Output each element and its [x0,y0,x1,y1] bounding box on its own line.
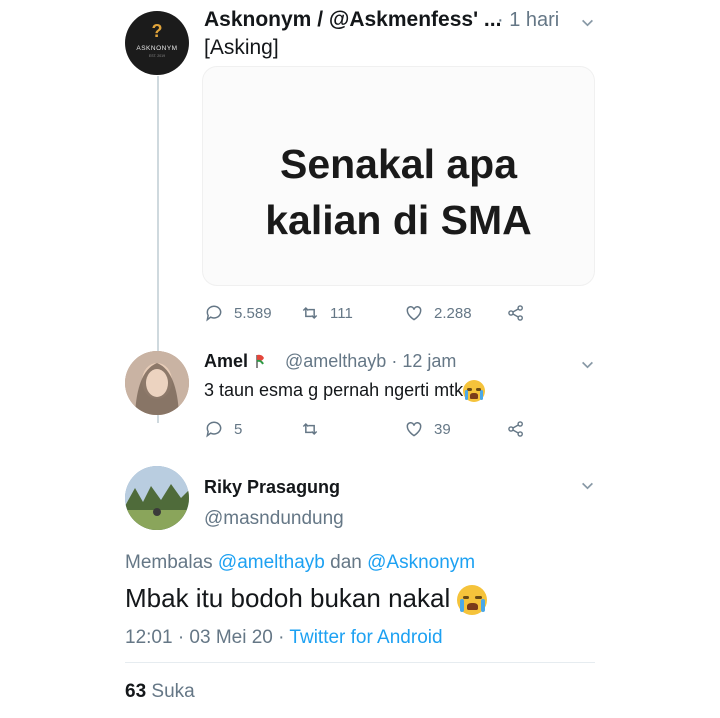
avatar-est: EST. 2019 [148,54,166,58]
tweet1-author-name[interactable]: Asknonym / @Askmenfess' ... [204,8,501,32]
chevron-down-icon[interactable] [581,16,594,29]
retweet-button[interactable] [300,419,320,439]
likes-count: 63 [125,681,147,702]
like-count: 2.288 [434,304,472,322]
like-icon [406,305,422,321]
tweet2-handle[interactable]: @amelthayb · 12 jam [285,351,456,372]
avatar-brand: ASKNONYM [136,45,178,52]
reply-count: 5 [234,420,243,438]
avatar-symbol: ? [151,21,163,41]
tweet2-text-row: 3 taun esma g pernah ngerti mtk [204,380,486,403]
avatar-amel[interactable] [125,351,189,415]
tweet1-time[interactable]: · 1 hari [497,9,559,32]
tweet3-timestamp[interactable]: 12:01 · 03 Mei 20 · [125,627,289,648]
tweet3-text: Mbak itu bodoh bukan nakal [125,583,451,613]
reply-icon [206,305,222,322]
like-count: 39 [434,420,451,438]
chevron-down-icon[interactable] [581,358,594,371]
card-line-2: kalian di SMA [265,197,532,243]
tweet3-handle[interactable]: @masndundung [204,508,344,530]
reply-prefix: Membalas [125,552,218,573]
tweet2-text: 3 taun esma g pernah ngerti mtk [204,380,464,400]
retweet-count: 111 [330,304,353,322]
reply-icon [206,421,222,438]
reply-button[interactable]: 5 [204,419,242,439]
avatar-asknonym[interactable]: ? ASKNONYM EST. 2019 [125,11,189,75]
share-icon [508,421,523,437]
flag-emoji-icon [256,354,265,368]
tweet3-meta: 12:01 · 03 Mei 20 · Twitter for Android [125,627,443,649]
question-card[interactable]: Senakal apa kalian di SMA [203,67,594,285]
tweet1-tag: [Asking] [204,36,279,59]
tweet2-author-name[interactable]: Amel [204,351,267,372]
retweet-button[interactable]: 111 [300,303,353,323]
crying-emoji-icon [457,585,488,616]
card-line-1: Senakal apa [279,141,518,187]
tweet3-author-name[interactable]: Riky Prasagung [204,477,340,498]
crying-emoji-icon [463,380,486,403]
avatar-photo [125,351,189,415]
like-button[interactable]: 2.288 [404,303,472,323]
tweet3-text-row: Mbak itu bodoh bukan nakal [125,583,488,616]
reply-count: 5.589 [234,304,272,322]
mention-asknonym[interactable]: @Asknonym [367,552,475,573]
divider [125,662,595,663]
share-button[interactable] [506,419,526,439]
thread-connector [157,415,159,423]
tweet3-source[interactable]: Twitter for Android [289,627,442,648]
reply-and: dan [324,552,368,573]
thread-connector [157,76,159,354]
share-button[interactable] [506,303,526,323]
like-button[interactable]: 39 [404,419,451,439]
avatar-photo [125,466,189,530]
replying-to: Membalas @amelthayb dan @Asknonym [125,552,475,574]
likes-summary[interactable]: 63 Suka [125,681,195,703]
like-icon [406,421,422,437]
likes-label: Suka [146,681,195,702]
reply-button[interactable]: 5.589 [204,303,272,323]
retweet-icon [302,306,318,320]
avatar-riky[interactable] [125,466,189,530]
retweet-icon [302,422,318,436]
tweet2-name: Amel [204,351,249,371]
mention-amelthayb[interactable]: @amelthayb [218,552,325,573]
chevron-down-icon[interactable] [581,479,594,492]
share-icon [508,305,523,321]
